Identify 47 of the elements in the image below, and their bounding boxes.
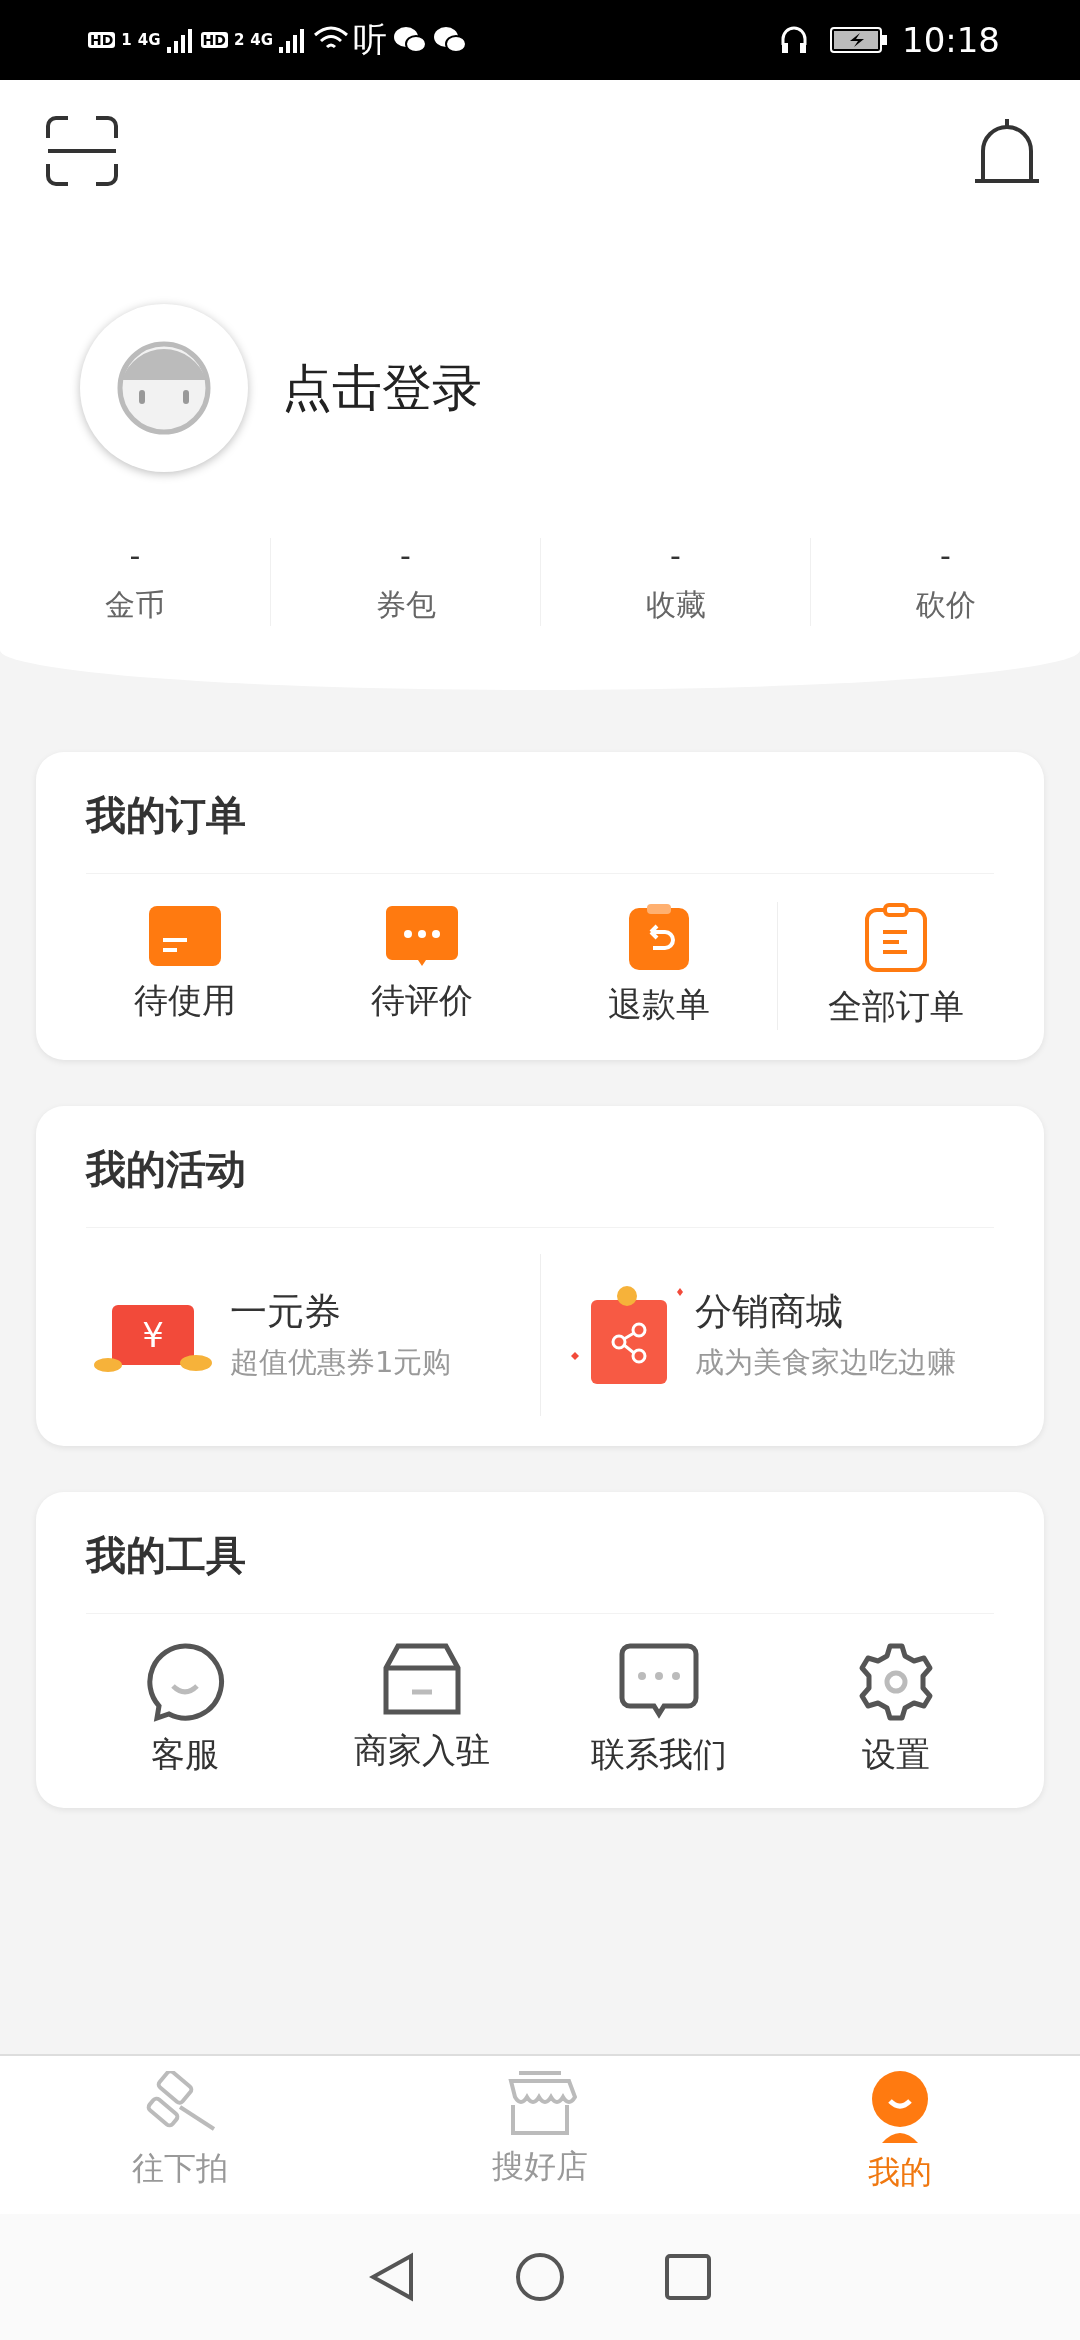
order-shortcut[interactable]: 待使用: [66, 902, 303, 1030]
stat-value: -: [129, 538, 141, 573]
chat-app-icon: [433, 26, 468, 54]
smiley-bubble-icon: [144, 1642, 225, 1722]
tool-shortcut[interactable]: 客服: [66, 1642, 303, 1778]
order-shortcut[interactable]: 待评价: [303, 902, 540, 1030]
tool-shortcut[interactable]: 商家入驻: [303, 1642, 540, 1778]
recents-icon[interactable]: [665, 2254, 711, 2300]
stat-label[interactable]: 券包: [375, 585, 436, 626]
clock-time: 10:18: [902, 20, 1000, 60]
app-notification-glyph: 听: [353, 18, 388, 61]
hd-badge: HD: [88, 32, 116, 48]
network-type: 4G: [137, 31, 161, 49]
card-title: 我的活动: [86, 1106, 994, 1228]
stat-label[interactable]: 金币: [105, 585, 165, 626]
order-shortcut[interactable]: 全部订单: [777, 902, 1014, 1030]
order-shortcut[interactable]: 退款单: [540, 902, 777, 1030]
activity-title[interactable]: 分销商城: [695, 1287, 956, 1337]
home-icon[interactable]: [515, 2252, 565, 2302]
chat-app-icon: [393, 26, 428, 54]
refund-clipboard-icon: [626, 902, 691, 972]
activity-subtitle: 超值优惠券1元购: [230, 1344, 452, 1381]
clipboard-list-icon: [863, 902, 929, 974]
bell-icon[interactable]: [974, 117, 1040, 185]
sim-slot-number: 1: [121, 31, 132, 49]
network-type: 4G: [250, 31, 274, 49]
activity-subtitle: 成为美食家边吃边赚: [695, 1344, 956, 1381]
card-title: 我的工具: [86, 1492, 994, 1614]
stat-label[interactable]: 砍价: [915, 585, 976, 626]
stat-label[interactable]: 收藏: [645, 585, 706, 626]
scan-icon[interactable]: [46, 116, 118, 186]
stat-value: -: [940, 538, 951, 573]
battery-charging-icon: [830, 26, 888, 54]
card-title: 我的订单: [86, 752, 994, 874]
tool-shortcut[interactable]: 联系我们: [540, 1642, 777, 1778]
sim-slot-number: 2: [233, 31, 245, 49]
headphones-icon: [780, 25, 808, 55]
box-icon: [381, 1642, 462, 1718]
stat-value: -: [670, 538, 681, 573]
stat-value: -: [400, 538, 411, 573]
signal-icon: [166, 27, 193, 53]
activity-title[interactable]: 一元券: [230, 1287, 452, 1337]
login-link[interactable]: 点击登录: [282, 354, 482, 422]
tool-shortcut[interactable]: 设置: [777, 1642, 1014, 1778]
hd-badge: HD: [200, 32, 228, 48]
signal-icon: [279, 27, 306, 53]
back-icon[interactable]: [369, 2252, 415, 2302]
